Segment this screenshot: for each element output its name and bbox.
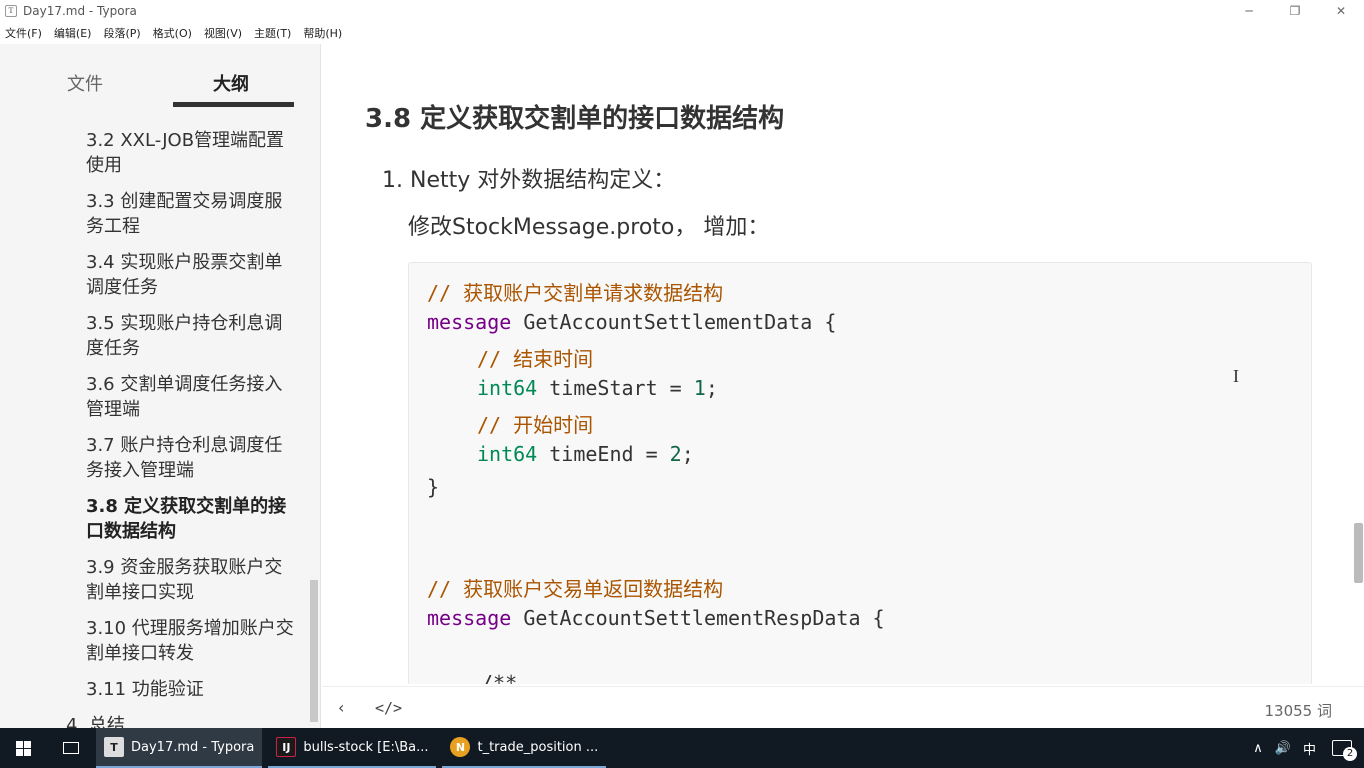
menu-bar: 文件(F) 编辑(E) 段落(P) 格式(O) 视图(V) 主题(T) 帮助(H… [0,22,1364,44]
outline-item-active[interactable]: 3.8 定义获取交割单的接口数据结构 [86,494,296,544]
code-keyword: message [427,606,512,630]
outline-item[interactable]: 3.5 实现账户持仓利息调度任务 [86,311,296,361]
code-comment: // 开始时间 [477,413,594,437]
taskbar-item-label: Day17.md - Typora [131,739,255,755]
ime-indicator[interactable]: 中 [1303,739,1316,758]
start-button[interactable] [0,728,46,768]
sidebar: 文件 大纲 3.2 XXL-JOB管理端配置使用 3.3 创建配置交易调度服务工… [0,44,321,728]
menu-help[interactable]: 帮助(H) [303,25,342,41]
menu-format[interactable]: 格式(O) [153,25,192,41]
code-block[interactable]: // 获取账户交割单请求数据结构 message GetAccountSettl… [408,262,1312,684]
notification-count: 2 [1343,747,1357,761]
title-bar: T Day17.md - Typora ─ ❐ ✕ [0,0,1364,22]
taskbar: T Day17.md - Typora IJ bulls-stock [E:\B… [0,728,1364,768]
status-bar: ‹ </> 13055 词 [322,686,1364,728]
taskbar-item-intellij[interactable]: IJ bulls-stock [E:\Ba... [268,728,437,768]
word-count[interactable]: 13055 词 [1265,700,1333,721]
code-text: timeStart = [537,376,694,400]
taskbar-item-navicat[interactable]: N t_trade_position ... [442,728,607,768]
sidebar-scrollbar[interactable] [310,580,318,722]
toggle-sidebar-button[interactable]: ‹ [338,698,344,717]
outline-item[interactable]: 3.3 创建配置交易调度服务工程 [86,189,296,239]
window-title: Day17.md - Typora [23,4,137,18]
code-comment: // 获取账户交易单返回数据结构 [427,577,724,601]
outline-item[interactable]: 4. 总结 [66,713,296,728]
paragraph[interactable]: 修改StockMessage.proto， 增加： [408,209,769,241]
menu-view[interactable]: 视图(V) [204,25,242,41]
restore-button[interactable]: ❐ [1272,0,1318,22]
code-line: message GetAccountSettlementRespData { [427,606,885,630]
outline-item[interactable]: 3.2 XXL-JOB管理端配置使用 [86,128,296,178]
code-text: timeEnd = [537,442,670,466]
code-type: int64 [477,442,538,466]
typora-app-icon: T [5,5,17,17]
system-tray: ∧ 🔊 中 2 [1241,728,1357,768]
text-cursor-icon: I [1233,366,1239,386]
navicat-icon: N [450,737,471,757]
taskbar-item-label: t_trade_position ... [477,739,599,755]
code-text: GetAccountSettlementData { [511,310,837,334]
volume-icon[interactable]: 🔊 [1275,741,1291,756]
outline-item[interactable]: 3.10 代理服务增加账户交割单接口转发 [86,616,296,666]
outline-item[interactable]: 3.9 资金服务获取账户交割单接口实现 [86,555,296,605]
list-item[interactable]: 1. Netty 对外数据结构定义： [382,162,675,194]
code-comment: // 结束时间 [477,347,594,371]
code-text: GetAccountSettlementRespData { [511,606,885,630]
typora-icon: T [104,737,124,757]
outline-item[interactable]: 3.7 账户持仓利息调度任务接入管理端 [86,433,296,483]
code-number: 1 [693,376,706,400]
code-type: int64 [477,376,538,400]
notification-icon: 2 [1332,740,1357,761]
task-view-icon [63,742,79,754]
code-line: /** [481,671,518,684]
window-controls: ─ ❐ ✕ [1226,0,1364,22]
outline-item[interactable]: 3.4 实现账户股票交割单调度任务 [86,250,296,300]
chevron-up-icon[interactable]: ∧ [1253,741,1263,756]
code-text: ; [705,376,718,400]
editor-pane[interactable]: 3.8 定义获取交割单的接口数据结构 1. Netty 对外数据结构定义： 修改… [322,44,1364,684]
code-comment: // 获取账户交割单请求数据结构 [427,281,724,305]
sidebar-tabs: 文件 大纲 [0,44,320,112]
menu-file[interactable]: 文件(F) [5,25,42,41]
windows-icon [15,740,31,756]
minimize-button[interactable]: ─ [1226,0,1272,22]
outline-list: 3.2 XXL-JOB管理端配置使用 3.3 创建配置交易调度服务工程 3.4 … [66,128,296,728]
editor-scrollbar[interactable] [1354,523,1363,583]
menu-edit[interactable]: 编辑(E) [54,25,92,41]
source-mode-button[interactable]: </> [375,699,402,717]
task-view-button[interactable] [46,728,96,768]
taskbar-item-typora[interactable]: T Day17.md - Typora [96,728,263,768]
outline-item[interactable]: 3.6 交割单调度任务接入管理端 [86,372,296,422]
active-tab-indicator [173,102,294,107]
code-line: message GetAccountSettlementData { [427,310,836,334]
code-keyword: message [427,310,512,334]
menu-paragraph[interactable]: 段落(P) [103,25,140,41]
taskbar-item-label: bulls-stock [E:\Ba... [303,739,429,755]
close-button[interactable]: ✕ [1318,0,1364,22]
code-line: int64 timeEnd = 2; [477,442,694,466]
tab-outline[interactable]: 大纲 [213,70,249,96]
code-line: int64 timeStart = 1; [477,376,718,400]
menu-theme[interactable]: 主题(T) [254,25,291,41]
notification-button[interactable]: 2 [1332,740,1357,761]
tab-files[interactable]: 文件 [67,70,103,96]
code-number: 2 [669,442,682,466]
intellij-icon: IJ [276,737,297,757]
code-line: } [427,475,440,499]
document-heading[interactable]: 3.8 定义获取交割单的接口数据结构 [365,98,784,135]
code-text: ; [681,442,694,466]
outline-item[interactable]: 3.11 功能验证 [86,677,296,702]
